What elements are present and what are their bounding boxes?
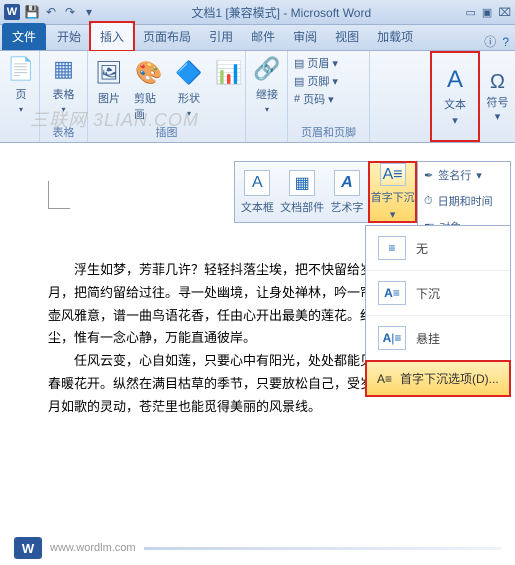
window-title: 文档1 [兼容模式] - Microsoft Word bbox=[97, 4, 466, 21]
shapes-button[interactable]: 🔷形状▾ bbox=[174, 59, 204, 118]
cover-page-button[interactable]: 📄页▾ bbox=[6, 55, 36, 114]
text-icon: A bbox=[447, 66, 463, 94]
footer-url: www.wordlm.com bbox=[50, 542, 136, 554]
highlight-box bbox=[89, 21, 135, 52]
wordart-option[interactable]: A艺术字 bbox=[325, 162, 370, 222]
symbol-button[interactable]: Ω 符号▾ bbox=[480, 51, 515, 142]
tab-addins[interactable]: 加载项 bbox=[368, 23, 422, 50]
help-icon[interactable]: ? bbox=[502, 35, 509, 49]
footer-line bbox=[144, 547, 501, 550]
chart-button[interactable]: 📊 bbox=[214, 59, 244, 87]
clipart-button[interactable]: 🎨剪贴画 bbox=[134, 59, 164, 122]
tab-home[interactable]: 开始 bbox=[48, 23, 90, 50]
footer-button[interactable]: ▤页脚 ▾ bbox=[294, 73, 363, 89]
signature-option[interactable]: ✒签名行 ▾ bbox=[418, 162, 510, 188]
group-label-illustrations: 插图 bbox=[94, 124, 239, 140]
quick-access-toolbar[interactable]: 💾 ↶ ↷ ▾ bbox=[24, 4, 97, 20]
ribbon-tabs: 文件 开始 插入 页面布局 引用 邮件 审阅 视图 加载项 ⓘ ? bbox=[0, 25, 515, 51]
picture-button[interactable]: 🖼图片 bbox=[94, 59, 124, 106]
redo-icon[interactable]: ↷ bbox=[62, 4, 78, 20]
minimize-ribbon-icon[interactable]: ⓘ bbox=[484, 33, 496, 50]
undo-icon[interactable]: ↶ bbox=[43, 4, 59, 20]
tab-references[interactable]: 引用 bbox=[200, 23, 242, 50]
table-button[interactable]: ▦表格▾ bbox=[46, 55, 81, 114]
header-button[interactable]: ▤页眉 ▾ bbox=[294, 55, 363, 71]
dropcap-none[interactable]: ≡无 bbox=[366, 226, 510, 271]
page-corner bbox=[48, 181, 70, 209]
maximize-button[interactable]: ▣ bbox=[482, 6, 492, 19]
word-icon: W bbox=[4, 4, 20, 20]
datetime-option[interactable]: ⏱日期和时间 bbox=[418, 188, 510, 214]
tab-review[interactable]: 审阅 bbox=[284, 23, 326, 50]
dropcap-margin[interactable]: A|≡悬挂 bbox=[366, 316, 510, 361]
textbox-option[interactable]: A文本框 bbox=[235, 162, 280, 222]
ribbon-body: 📄页▾ ▦表格▾ 表格 🖼图片 🎨剪贴画 🔷形状▾ 📊 插图 🔗继接▾ ▤页眉 … bbox=[0, 51, 515, 143]
tab-insert[interactable]: 插入 bbox=[90, 22, 134, 50]
tab-file[interactable]: 文件 bbox=[2, 23, 46, 50]
link-button[interactable]: 🔗继接▾ bbox=[252, 55, 282, 114]
group-label-table: 表格 bbox=[46, 124, 81, 140]
dropcap-options-icon: A≡ bbox=[377, 372, 392, 386]
tab-view[interactable]: 视图 bbox=[326, 23, 368, 50]
footer-logo: W bbox=[14, 537, 42, 559]
group-label-header: 页眉和页脚 bbox=[294, 124, 363, 140]
paragraph-2[interactable]: 任风云变，心自如莲，只要心中有阳光，处处都能见春暖花开。纵然在满目枯草的季节，只… bbox=[48, 350, 378, 418]
qat-dropdown-icon[interactable]: ▾ bbox=[81, 4, 97, 20]
text-group-button[interactable]: A 文本▾ bbox=[430, 51, 480, 142]
quickparts-option[interactable]: ▦文档部件 bbox=[280, 162, 325, 222]
tab-mailings[interactable]: 邮件 bbox=[242, 23, 284, 50]
dropcap-option[interactable]: A≡首字下沉▾ bbox=[368, 161, 417, 223]
document-text[interactable]: 浮生如梦，芳菲几许？轻轻抖落尘埃，把不快留给岁月，把简约留给过往。寻一处幽境，让… bbox=[48, 259, 378, 418]
title-bar: W 💾 ↶ ↷ ▾ 文档1 [兼容模式] - Microsoft Word ▭ … bbox=[0, 0, 515, 25]
footer: W www.wordlm.com bbox=[14, 537, 501, 559]
paragraph-1[interactable]: 浮生如梦，芳菲几许？轻轻抖落尘埃，把不快留给岁月，把简约留给过往。寻一处幽境，让… bbox=[48, 259, 378, 350]
dropcap-dropped[interactable]: A≡下沉 bbox=[366, 271, 510, 316]
dropcap-options[interactable]: A≡首字下沉选项(D)... bbox=[365, 360, 511, 397]
close-button[interactable]: ⌧ bbox=[498, 6, 511, 19]
dropcap-menu: ≡无 A≡下沉 A|≡悬挂 A≡首字下沉选项(D)... bbox=[365, 225, 511, 397]
page-number-button[interactable]: #页码 ▾ bbox=[294, 91, 363, 107]
save-icon[interactable]: 💾 bbox=[24, 4, 40, 20]
tab-layout[interactable]: 页面布局 bbox=[134, 23, 200, 50]
text-dropdown: A文本框 ▦文档部件 A艺术字 A≡首字下沉▾ bbox=[234, 161, 417, 223]
minimize-button[interactable]: ▭ bbox=[466, 6, 476, 19]
